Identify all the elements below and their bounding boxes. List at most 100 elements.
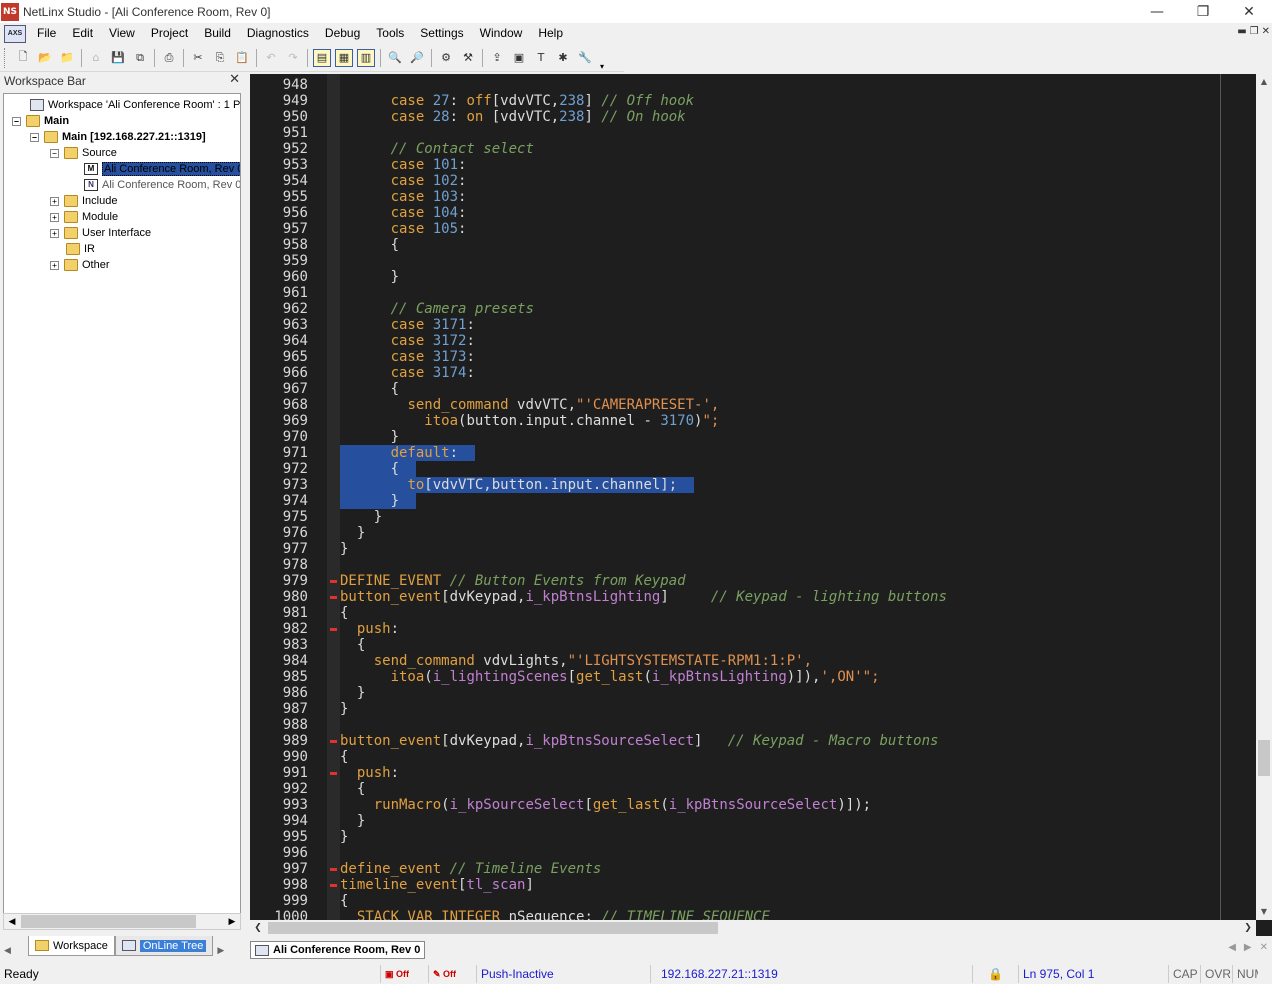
- collapse-icon[interactable]: −: [12, 116, 21, 126]
- code-line[interactable]: }: [340, 429, 399, 445]
- menu-tools[interactable]: Tools: [368, 23, 412, 44]
- menu-build[interactable]: Build: [196, 23, 239, 44]
- tab-next-icon[interactable]: ▶: [1244, 942, 1252, 953]
- settings-wrench-icon[interactable]: 🔧: [576, 49, 594, 67]
- find-in-files-icon[interactable]: 🔎: [408, 49, 426, 67]
- menu-view[interactable]: View: [101, 23, 143, 44]
- editor-vertical-scrollbar[interactable]: ▲ ▼: [1256, 74, 1272, 920]
- code-line[interactable]: case 102:: [340, 173, 467, 189]
- scroll-up-icon[interactable]: ▲: [1256, 74, 1272, 90]
- view-output-icon[interactable]: ▦: [335, 48, 353, 67]
- scroll-left-icon[interactable]: ❮: [250, 923, 266, 933]
- cut-icon[interactable]: ✂: [189, 49, 207, 67]
- code-line[interactable]: }: [340, 829, 348, 845]
- menu-edit[interactable]: Edit: [64, 23, 101, 44]
- menu-settings[interactable]: Settings: [412, 23, 471, 44]
- doc-tab-ali-conference-room[interactable]: Ali Conference Room, Rev 0: [250, 941, 426, 959]
- save-icon[interactable]: 💾: [109, 49, 127, 67]
- code-line[interactable]: itoa(button.input.channel - 3170)";: [340, 413, 719, 429]
- code-editor[interactable]: 948 949 950 951 952 953 954 955 956 957 958 959 960 9…: [250, 74, 1272, 936]
- fold-margin[interactable]: [327, 74, 340, 920]
- save-all-icon[interactable]: ⧉: [131, 49, 149, 67]
- code-line[interactable]: // Camera presets: [340, 301, 534, 317]
- tab-close-icon[interactable]: ✕: [1260, 942, 1268, 953]
- undo-icon[interactable]: ↶: [262, 49, 280, 67]
- editor-horizontal-scrollbar[interactable]: ❮ ❯: [250, 920, 1256, 936]
- code-line[interactable]: case 3173:: [340, 349, 475, 365]
- code-line[interactable]: }: [340, 685, 365, 701]
- code-line[interactable]: {: [340, 781, 365, 797]
- code-text-area[interactable]: case 27: off[vdvVTC,238] // Off hook cas…: [340, 74, 1256, 920]
- tree-node-user-interface[interactable]: + User Interface: [50, 225, 151, 241]
- collapse-icon[interactable]: −: [50, 148, 59, 158]
- menu-file[interactable]: File: [29, 23, 64, 44]
- redo-icon[interactable]: ↷: [284, 49, 302, 67]
- scroll-right-icon[interactable]: ▶: [224, 917, 240, 927]
- menu-debug[interactable]: Debug: [317, 23, 368, 44]
- tab-online-tree[interactable]: OnLine Tree: [114, 936, 214, 956]
- menu-diagnostics[interactable]: Diagnostics: [239, 23, 317, 44]
- code-line[interactable]: // Contact select: [340, 141, 534, 157]
- code-line[interactable]: }: [340, 541, 348, 557]
- expand-icon[interactable]: +: [50, 196, 59, 206]
- scroll-thumb[interactable]: [268, 922, 718, 934]
- toolbar-overflow-icon[interactable]: ▾: [600, 62, 604, 71]
- code-line[interactable]: {: [340, 637, 365, 653]
- tree-node-include[interactable]: + Include: [50, 193, 117, 209]
- expand-icon[interactable]: +: [50, 228, 59, 238]
- code-line[interactable]: case 28: on [vdvVTC,238] // On hook: [340, 109, 686, 125]
- scroll-right-icon[interactable]: ❯: [1240, 923, 1256, 933]
- doc-close-icon[interactable]: ✕: [1262, 26, 1270, 37]
- fold-marker-icon[interactable]: [330, 628, 337, 631]
- code-line[interactable]: {: [340, 605, 348, 621]
- code-line[interactable]: }: [340, 509, 382, 525]
- doc-minimize-icon[interactable]: ▬: [1237, 26, 1246, 37]
- code-line[interactable]: }: [340, 813, 365, 829]
- expand-icon[interactable]: +: [50, 260, 59, 270]
- fold-marker-icon[interactable]: [330, 868, 337, 871]
- code-line[interactable]: DEFINE_EVENT // Button Events from Keypa…: [340, 573, 686, 589]
- code-line[interactable]: }: [340, 701, 348, 717]
- compile-all-icon[interactable]: ⚒: [459, 49, 477, 67]
- document-system-menu-icon[interactable]: AXS: [4, 24, 26, 43]
- open-workspace-icon[interactable]: 📂: [36, 49, 54, 67]
- code-line[interactable]: case 27: off[vdvVTC,238] // Off hook: [340, 93, 694, 109]
- tree-horizontal-scrollbar[interactable]: ◀ ▶: [3, 913, 241, 930]
- scroll-left-icon[interactable]: ◀: [4, 917, 20, 927]
- tab-scroll-right-icon[interactable]: ▶: [217, 946, 241, 956]
- compile-icon[interactable]: ⚙: [437, 49, 455, 67]
- terminal-icon[interactable]: ▣: [510, 49, 528, 67]
- restore-icon[interactable]: ❐: [1180, 0, 1226, 23]
- fold-marker-icon[interactable]: [330, 740, 337, 743]
- code-line[interactable]: case 3174:: [340, 365, 475, 381]
- fold-marker-icon[interactable]: [330, 580, 337, 583]
- debug-icon[interactable]: ✱: [554, 49, 572, 67]
- tree-node-ir[interactable]: IR: [66, 241, 95, 257]
- close-window-icon[interactable]: ✕: [1226, 0, 1272, 23]
- code-line[interactable]: case 101:: [340, 157, 467, 173]
- code-line[interactable]: push:: [340, 621, 399, 637]
- code-line[interactable]: button_event[dvKeypad,i_kpBtnsSourceSele…: [340, 733, 938, 749]
- code-line[interactable]: case 103:: [340, 189, 467, 205]
- code-line[interactable]: case 105:: [340, 221, 467, 237]
- code-line[interactable]: itoa(i_lightingScenes[get_last(i_kpBtnsL…: [340, 669, 880, 685]
- tree-node-source[interactable]: − Source: [50, 145, 117, 161]
- view-status-icon[interactable]: ▥: [357, 48, 375, 67]
- find-icon[interactable]: 🔍: [386, 49, 404, 67]
- code-line[interactable]: case 104:: [340, 205, 467, 221]
- tree-node-main-system[interactable]: − Main: [12, 113, 69, 129]
- tree-node-workspace[interactable]: Workspace 'Ali Conference Room' : 1 Pro: [30, 97, 240, 113]
- doc-restore-icon[interactable]: ❐: [1250, 26, 1259, 37]
- code-line[interactable]: }: [340, 269, 399, 285]
- fold-marker-icon[interactable]: [330, 884, 337, 887]
- code-line[interactable]: push:: [340, 765, 399, 781]
- code-line[interactable]: case 3172:: [340, 333, 475, 349]
- tab-prev-icon[interactable]: ◀: [1228, 942, 1236, 953]
- code-line[interactable]: button_event[dvKeypad,i_kpBtnsLighting] …: [340, 589, 947, 605]
- copy-icon[interactable]: ⎘: [211, 49, 229, 67]
- print-icon[interactable]: ⎙: [160, 49, 178, 67]
- tree-node-main-device[interactable]: − Main [192.168.227.21::1319]: [30, 129, 206, 145]
- tree-node-source-file[interactable]: N Ali Conference Room, Rev 0: [84, 177, 240, 193]
- paste-icon[interactable]: 📋: [233, 49, 251, 67]
- view-workspace-icon[interactable]: ▤: [313, 48, 331, 67]
